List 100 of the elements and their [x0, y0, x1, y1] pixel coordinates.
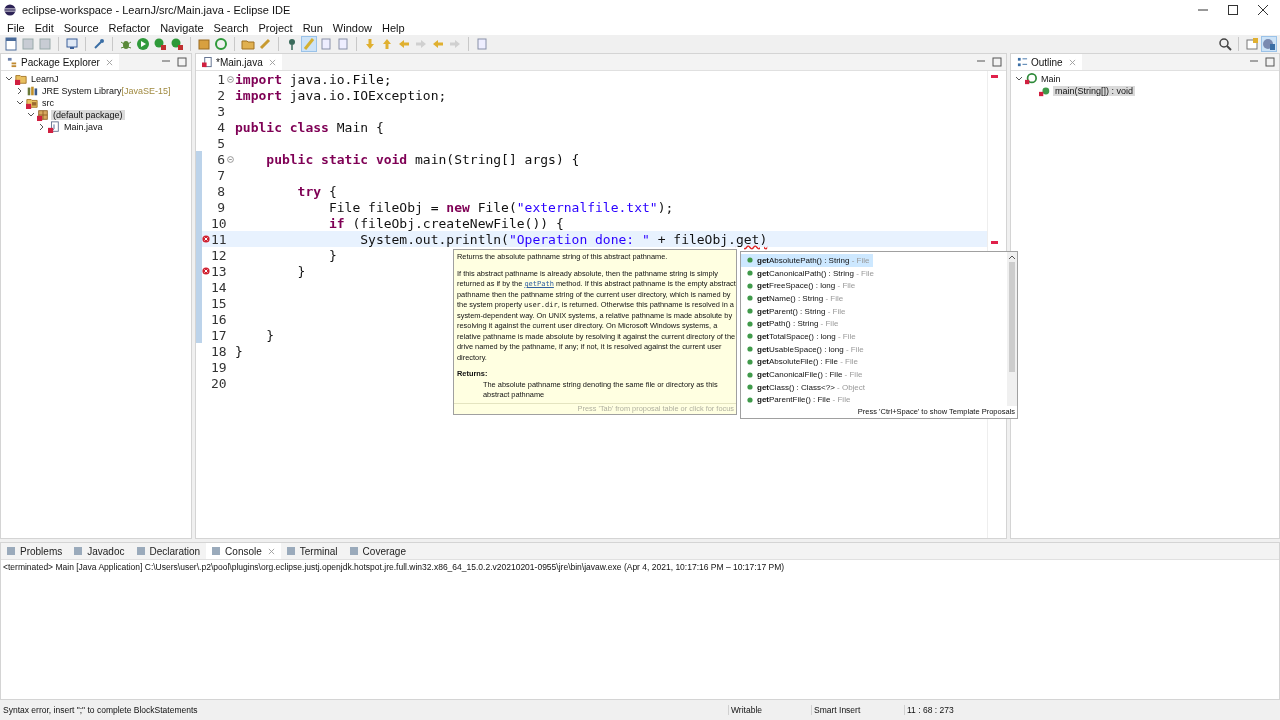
line-number: 2 — [216, 87, 225, 103]
tree-item[interactable]: JRE System Library[JavaSE-15] — [40, 86, 173, 96]
console-header: <terminated> Main [Java Application] C:\Users\user\.p2\pool\plugins\org.eclipse.justj.openjdk.hotspot.jre.full.win32.x86_64_15.0.2.v20210201-0955\jre\bin\javaw.exe (Apr 4, 2021, 10:17:16 PM – 10:17:17 PM) — [2, 561, 786, 574]
monitor-icon[interactable] — [65, 37, 79, 51]
tree-item[interactable]: src — [40, 98, 56, 108]
menu-item[interactable]: Edit — [29, 21, 59, 34]
package-icon[interactable] — [197, 37, 211, 51]
scrollbar[interactable] — [1007, 252, 1017, 407]
proposal-item[interactable]: getAbsolutePath() : String - File — [741, 254, 873, 267]
line-number: 7 — [216, 167, 225, 183]
scroll-up-icon[interactable] — [1008, 254, 1016, 260]
java-file-icon — [202, 56, 213, 68]
perspective-icon[interactable] — [1245, 37, 1259, 51]
view-tab[interactable]: Console — [206, 543, 281, 559]
view-tab[interactable]: Coverage — [343, 543, 412, 559]
line-number: 18 — [211, 343, 225, 359]
proposal-item[interactable]: getAbsoluteFile() : File - File — [741, 355, 872, 369]
outline-item[interactable]: Main — [1039, 74, 1063, 84]
proposal-item[interactable]: getClass() : Class<?> - Object — [741, 380, 872, 394]
view-tab[interactable]: Terminal — [280, 543, 344, 559]
error-marker[interactable] — [991, 75, 998, 78]
menu-item[interactable]: Project — [253, 21, 298, 34]
menu-item[interactable]: Window — [327, 21, 377, 34]
proposal-item[interactable]: getParentFile() : File - File — [741, 393, 872, 407]
code-line: try { — [296, 183, 337, 199]
arrow-up-icon[interactable] — [380, 37, 394, 51]
tree-item[interactable]: Main.java — [62, 122, 105, 132]
page-icon[interactable] — [319, 37, 333, 51]
arrow-left-icon[interactable] — [397, 37, 411, 51]
line-number: 9 — [216, 199, 225, 215]
outline-tab[interactable]: Outline — [1011, 54, 1082, 70]
run-icon[interactable] — [136, 37, 150, 51]
proposal-item[interactable]: getParent() : String - File — [741, 304, 872, 318]
code-line: System.out.println("Operation done: " + fileObj.get) — [359, 231, 768, 247]
method-icon — [1039, 85, 1051, 97]
line-number: 4 — [216, 119, 225, 135]
fold-icon[interactable] — [226, 155, 234, 163]
error-marker[interactable] — [991, 241, 998, 244]
line-number: 10 — [211, 215, 225, 231]
view-icon — [7, 547, 15, 555]
search-icon[interactable] — [1218, 37, 1232, 51]
proposal-item[interactable]: getTotalSpace() : long - File — [741, 330, 872, 343]
line-number: 13 — [211, 263, 225, 279]
menu-item[interactable]: Source — [58, 21, 104, 34]
code-line: } — [296, 263, 306, 279]
proposal-item[interactable]: getPath() : String - File — [741, 317, 872, 331]
tree-item[interactable]: (default package) — [51, 110, 125, 120]
window-title: eclipse-workspace - LearnJ/src/Main.java - Eclipse IDE — [22, 4, 291, 16]
menu-item[interactable]: Refactor — [103, 21, 156, 34]
proposal-item[interactable]: getCanonicalPath() : String - File — [741, 266, 877, 280]
line-number: 11 — [211, 231, 225, 247]
proposal-item[interactable]: getCanonicalFile() : File - File — [741, 368, 872, 381]
pencil-icon[interactable] — [258, 37, 272, 51]
code-line: public static void main(String[] args) { — [265, 151, 580, 167]
line-number: 15 — [211, 295, 225, 311]
code-line: } — [327, 247, 337, 263]
line-number: 12 — [211, 247, 225, 263]
run-config-icon[interactable] — [170, 37, 184, 51]
proposal-item[interactable]: getName() : String - File — [741, 292, 872, 305]
new-document-icon[interactable] — [4, 37, 18, 51]
package-explorer-tab[interactable]: Package Explorer — [1, 54, 119, 70]
view-tab[interactable]: Javadoc — [68, 543, 131, 559]
tree-item[interactable]: LearnJ — [29, 74, 61, 84]
java-perspective-icon[interactable] — [1262, 37, 1276, 51]
close-icon[interactable] — [1258, 5, 1268, 15]
arrow-down-icon[interactable] — [363, 37, 377, 51]
page-icon[interactable] — [475, 37, 489, 51]
wrench-icon[interactable] — [92, 37, 106, 51]
menu-item[interactable]: Search — [208, 21, 254, 34]
menu-item[interactable]: Help — [377, 21, 410, 34]
maximize-icon[interactable] — [1228, 5, 1238, 15]
arrow-left-icon[interactable] — [431, 37, 445, 51]
proposal-item[interactable]: getUsableSpace() : long - File — [741, 342, 872, 356]
refresh-icon[interactable] — [214, 37, 228, 51]
code-line: public class Main { — [235, 119, 384, 135]
code-line: } — [265, 327, 275, 343]
view-icon — [212, 547, 221, 555]
view-tab[interactable]: Declaration — [130, 543, 207, 559]
code-line: } — [235, 343, 243, 359]
run-config-icon[interactable] — [153, 37, 167, 51]
page-icon[interactable] — [336, 37, 350, 51]
status-writable: Writable — [728, 705, 811, 715]
view-icon — [349, 547, 358, 555]
line-number: 14 — [211, 279, 225, 295]
folder-icon[interactable] — [241, 37, 255, 51]
code-line: import java.io.File; — [235, 71, 392, 87]
line-number: 20 — [211, 375, 225, 391]
line-number: 19 — [211, 359, 225, 375]
line-number: 17 — [211, 327, 225, 343]
editor-tab[interactable]: *Main.java — [196, 54, 282, 70]
menu-item[interactable]: Run — [297, 21, 328, 34]
code-line: if (fileObj.createNewFile()) { — [327, 215, 564, 231]
view-icon — [286, 547, 295, 555]
proposal-item[interactable]: getFreeSpace() : long - File — [741, 279, 872, 293]
view-tab[interactable]: Problems — [1, 543, 69, 559]
outline-item[interactable]: main(String[]) : void — [1053, 86, 1136, 96]
fold-icon[interactable] — [226, 75, 234, 83]
menu-item[interactable]: File — [2, 21, 30, 34]
menu-item[interactable]: Navigate — [155, 21, 209, 34]
code-line: import java.io.IOException; — [235, 87, 447, 103]
